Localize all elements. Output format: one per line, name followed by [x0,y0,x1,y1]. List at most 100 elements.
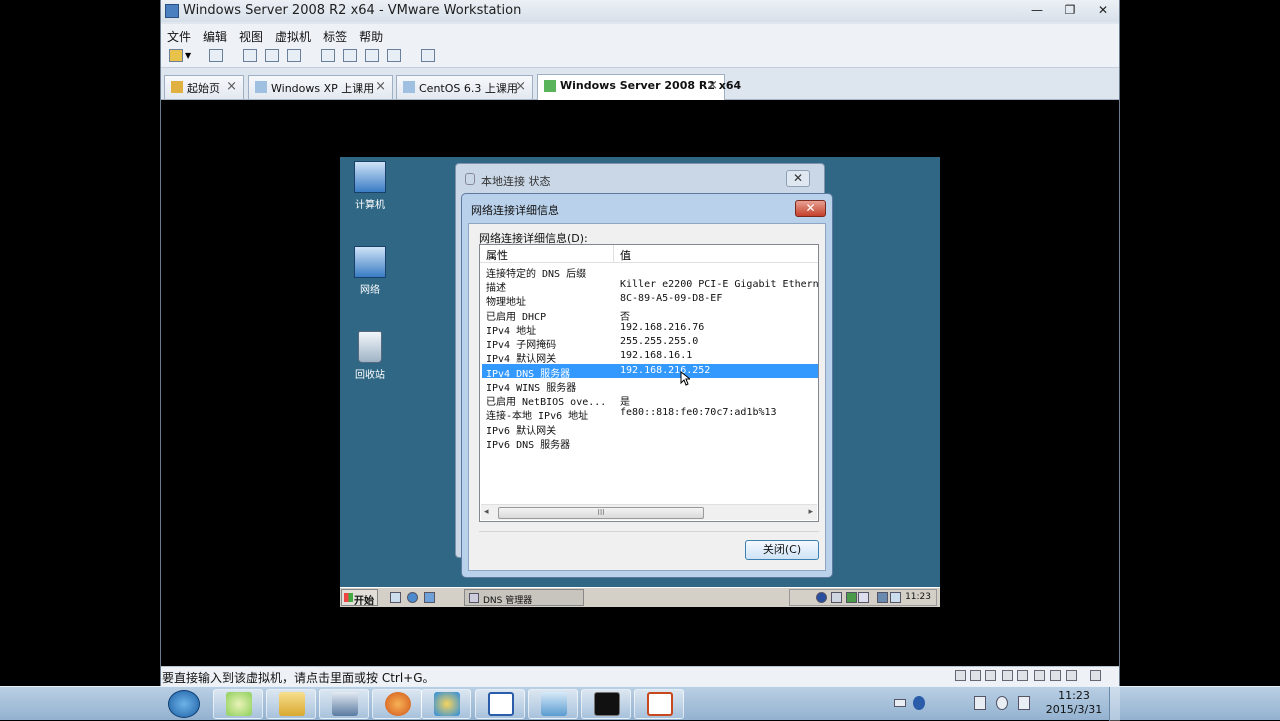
taskbar-app-firefox[interactable] [372,689,422,719]
menu-view[interactable]: 视图 [233,24,269,45]
fullscreen-icon[interactable] [343,49,357,62]
column-header-property[interactable]: 属性 [486,247,508,263]
scrollbar-thumb[interactable]: III [498,507,704,519]
list-row[interactable]: IPv4 WINS 服务器 [482,378,818,394]
list-row[interactable]: 连接-本地 IPv6 地址 fe80::818:fe0:70c7:ad1b%13 [482,406,818,422]
security-icon[interactable] [846,592,857,603]
menu-vm[interactable]: 虚拟机 [269,24,317,45]
help-icon[interactable] [816,592,827,603]
list-row-selected[interactable]: IPv4 DNS 服务器 192.168.216.252 [482,364,818,380]
hard-disk-icon[interactable] [970,670,981,681]
list-row[interactable]: IPv6 默认网关 [482,421,818,437]
show-library-icon[interactable] [321,49,335,62]
send-ctrl-alt-del-icon[interactable] [209,49,223,62]
list-row[interactable]: IPv6 DNS 服务器 [482,435,818,451]
snapshot-manager-icon[interactable] [287,49,301,62]
taskbar-app-network[interactable] [528,689,578,719]
scroll-left-arrow-icon[interactable]: ◂ [484,507,489,517]
menu-edit[interactable]: 编辑 [197,24,233,45]
server-manager-icon[interactable] [390,592,401,603]
show-desktop-button[interactable] [1109,687,1120,721]
show-hidden-icons-icon[interactable] [952,696,964,710]
close-button[interactable]: ✕ [786,170,810,187]
close-button[interactable]: ✕ [795,200,826,217]
start-orb-icon[interactable] [168,690,200,718]
menu-file[interactable]: 文件 [161,24,197,45]
column-header-value[interactable]: 值 [620,247,631,263]
close-dialog-button[interactable]: 关闭(C) [745,540,819,560]
tab-home[interactable]: 起始页 × [164,75,244,99]
list-row[interactable]: 连接特定的 DNS 后缀 [482,264,818,280]
tab-close-icon[interactable]: × [375,79,386,94]
dropdown-arrow-icon[interactable]: ▼ [185,51,191,60]
host-clock[interactable]: 11:23 2015/3/31 [1042,689,1106,717]
tab-windows-server-2008[interactable]: Windows Server 2008 R2 x64 × [537,74,741,100]
taskbar-app-live-messenger[interactable] [213,689,263,719]
unity-icon[interactable] [365,49,379,62]
network-tray-icon[interactable] [877,592,888,603]
details-list[interactable]: 属性 值 连接特定的 DNS 后缀 描述 Killer e2200 PCI-E G… [479,244,819,522]
taskbar-app-word[interactable] [475,689,525,719]
menu-tabs[interactable]: 标签 [317,24,353,45]
tab-close-icon[interactable]: × [515,79,526,94]
list-row[interactable]: 已启用 DHCP 否 [482,307,818,323]
desktop-icon-recycle-bin[interactable]: 回收站 [340,331,400,381]
keyboard-icon[interactable] [894,699,906,707]
taskbar-app-qq-browser[interactable] [421,689,471,719]
help-icon[interactable] [913,696,925,710]
minimize-button[interactable]: — [1023,1,1051,19]
scroll-right-arrow-icon[interactable]: ▸ [808,507,813,517]
desktop-icon-computer[interactable]: 计算机 [340,161,400,211]
hard-disk-icon[interactable] [955,670,966,681]
windows-flag-icon [344,593,353,602]
taskbar-item-dns-manager[interactable]: DNS 管理器 [464,589,584,606]
floppy-icon[interactable] [1002,670,1013,681]
close-window-button[interactable]: ✕ [1089,1,1117,19]
cd-dvd-icon[interactable] [985,670,996,681]
toolbar: ▼ [161,45,1119,68]
message-log-icon[interactable] [1090,670,1101,681]
printer-icon[interactable] [1066,670,1077,681]
sound-icon[interactable] [1050,670,1061,681]
power-icon[interactable] [169,49,183,62]
horizontal-scrollbar[interactable]: ◂ III ▸ [481,504,817,520]
action-center-icon[interactable] [890,592,901,603]
menu-help[interactable]: 帮助 [353,24,389,45]
tab-close-icon[interactable]: × [707,78,718,93]
list-row[interactable]: IPv4 默认网关 192.168.16.1 [482,349,818,365]
thumbnail-icon[interactable] [421,49,435,62]
list-row[interactable]: 已启用 NetBIOS ove... 是 [482,392,818,408]
desktop-icon-network[interactable]: 网络 [340,246,400,296]
list-row[interactable]: IPv4 子网掩码 255.255.255.0 [482,335,818,351]
tab-label: CentOS 6.3 上课用 [419,82,518,95]
column-divider[interactable] [613,245,614,263]
power-plug-icon[interactable] [974,696,986,710]
snapshot-icon[interactable] [243,49,257,62]
volume-icon[interactable] [858,592,869,603]
list-row[interactable]: IPv4 地址 192.168.216.76 [482,321,818,337]
title-bar[interactable]: Windows Server 2008 R2 x64 - VMware Work… [161,0,1119,22]
revert-snapshot-icon[interactable] [265,49,279,62]
taskbar-app-powerpoint[interactable] [634,689,684,719]
restore-button[interactable]: ❐ [1056,1,1084,19]
tab-windows-xp[interactable]: Windows XP 上课用 × [248,75,393,99]
internet-explorer-icon[interactable] [407,592,418,603]
taskbar-app-cmd[interactable] [581,689,631,719]
tray-arrow-icon[interactable] [831,592,842,603]
guest-clock[interactable]: 11:23 [905,592,931,602]
volume-muted-icon[interactable] [1018,696,1030,710]
usb-icon[interactable] [1034,670,1045,681]
tab-close-icon[interactable]: × [226,79,237,94]
taskbar-app-vmware-console[interactable] [319,689,369,719]
tab-centos[interactable]: CentOS 6.3 上课用 × [396,75,533,99]
taskbar-app-explorer[interactable] [266,689,316,719]
show-desktop-icon[interactable] [424,592,435,603]
firefox-icon [385,692,411,716]
no-network-icon[interactable] [996,696,1008,710]
network-adapter-icon[interactable] [1017,670,1028,681]
list-row[interactable]: 描述 Killer e2200 PCI-E Gigabit Ethern [482,278,818,294]
computer-icon [354,161,386,193]
console-view-icon[interactable] [387,49,401,62]
start-button[interactable]: 开始 [341,589,378,607]
list-row[interactable]: 物理地址 8C-89-A5-09-D8-EF [482,292,818,308]
